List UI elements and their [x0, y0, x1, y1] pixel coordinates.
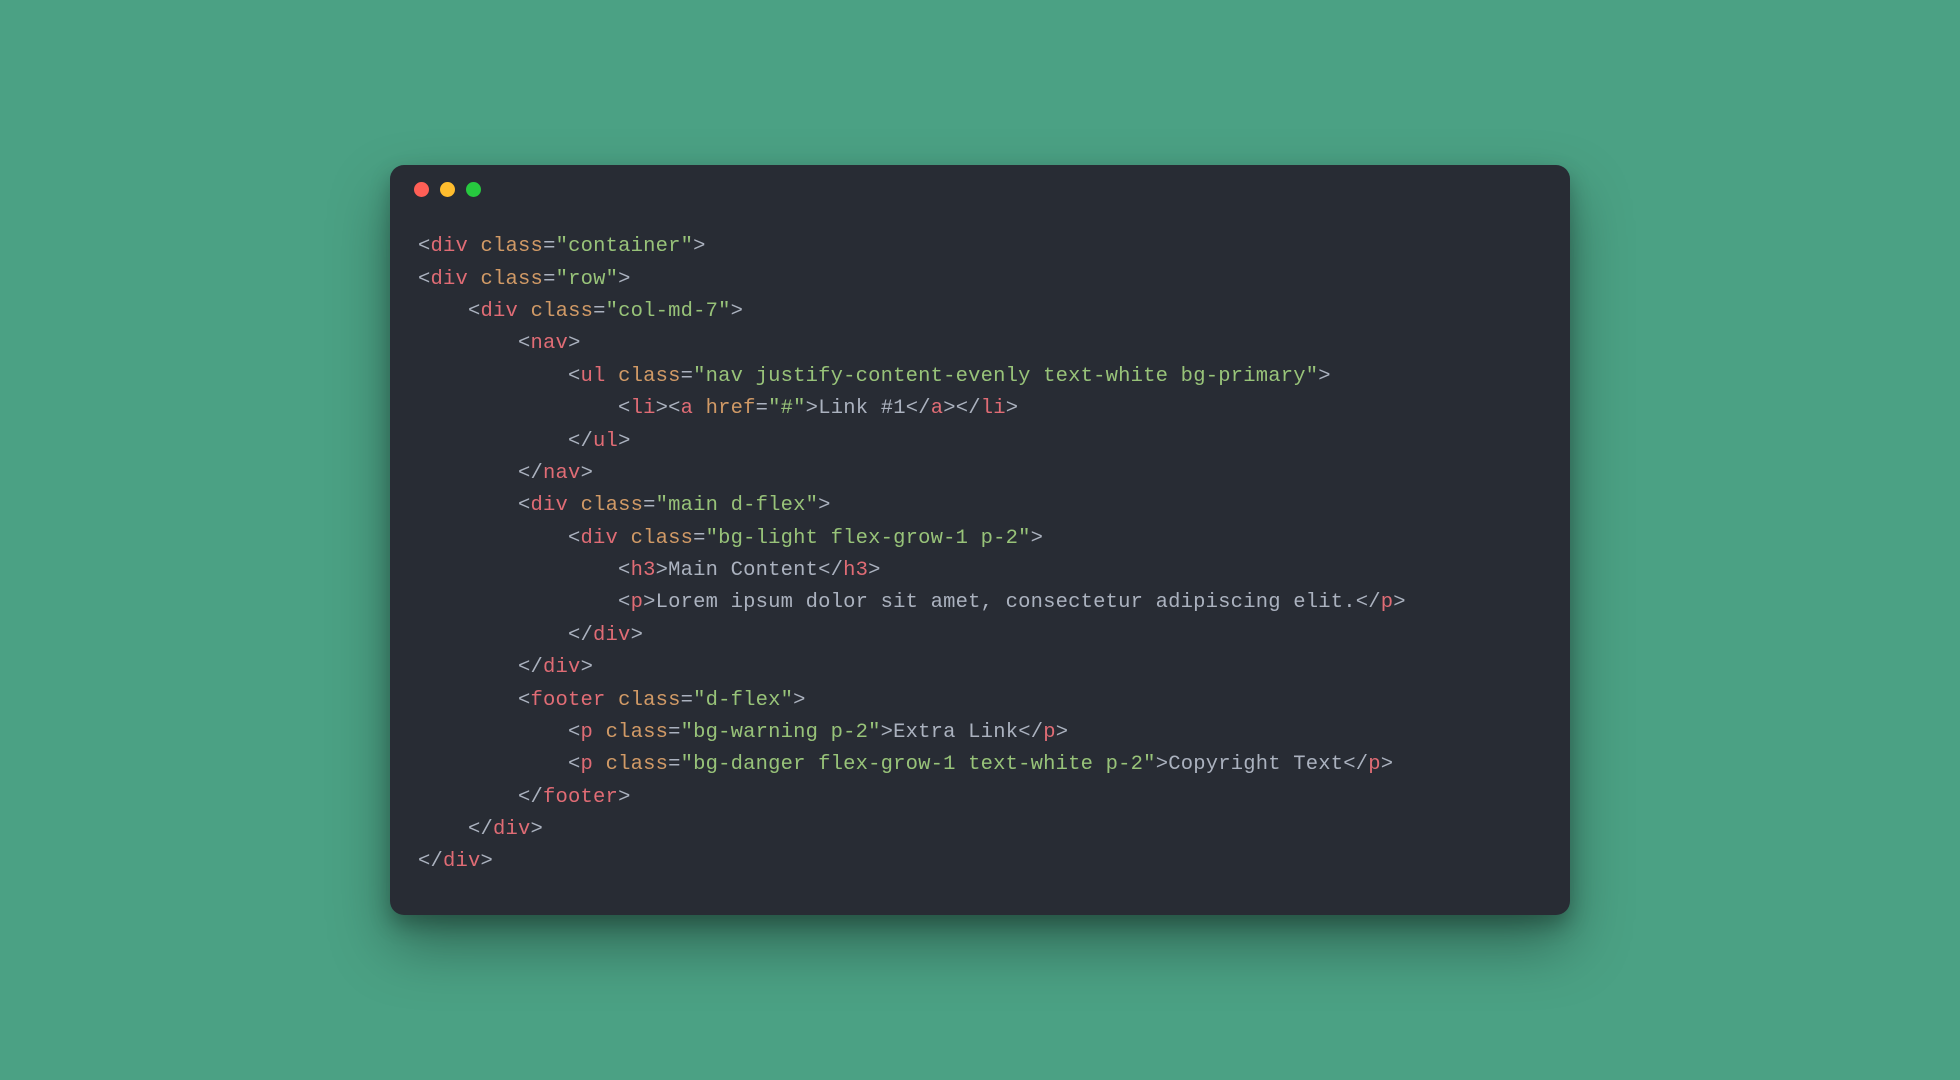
attr-class: class: [618, 365, 681, 388]
text-main-heading: Main Content: [668, 559, 818, 582]
attr-class: class: [618, 689, 681, 712]
attr-class: class: [481, 268, 544, 291]
code-block: <div class="container"> <div class="row"…: [390, 213, 1570, 879]
val-p1-cls: "bg-warning p-2": [681, 721, 881, 744]
tag-div: div: [531, 494, 569, 517]
stage: <div class="container"> <div class="row"…: [0, 0, 1960, 1080]
attr-class: class: [581, 494, 644, 517]
attr-class: class: [631, 527, 694, 550]
tag-h3: h3: [631, 559, 656, 582]
tag-div: div: [443, 850, 481, 873]
tag-li: li: [631, 397, 656, 420]
tag-div: div: [581, 527, 619, 550]
val-col: "col-md-7": [606, 300, 731, 323]
val-main-inner-cls: "bg-light flex-grow-1 p-2": [706, 527, 1031, 550]
window-close-icon[interactable]: [414, 182, 429, 197]
tag-div: div: [543, 656, 581, 679]
text-lorem: Lorem ipsum dolor sit amet, consectetur …: [656, 591, 1356, 614]
attr-href: href: [706, 397, 756, 420]
tag-footer: footer: [543, 786, 618, 809]
text-copyright: Copyright Text: [1168, 753, 1343, 776]
tag-nav: nav: [531, 332, 569, 355]
tag-h3: h3: [843, 559, 868, 582]
tag-p: p: [1381, 591, 1394, 614]
tag-p: p: [581, 721, 594, 744]
window-zoom-icon[interactable]: [466, 182, 481, 197]
tag-nav: nav: [543, 462, 581, 485]
tag-div: div: [481, 300, 519, 323]
attr-class: class: [481, 235, 544, 258]
val-p2-cls: "bg-danger flex-grow-1 text-white p-2": [681, 753, 1156, 776]
tag-p: p: [1368, 753, 1381, 776]
tag-li: li: [981, 397, 1006, 420]
val-ul-cls: "nav justify-content-evenly text-white b…: [693, 365, 1318, 388]
tag-div: div: [493, 818, 531, 841]
text-link1: Link #1: [818, 397, 906, 420]
tag-ul: ul: [581, 365, 606, 388]
val-footer-cls: "d-flex": [693, 689, 793, 712]
tag-p: p: [581, 753, 594, 776]
val-row: "row": [556, 268, 619, 291]
val-main-cls: "main d-flex": [656, 494, 819, 517]
tag-p: p: [631, 591, 644, 614]
tag-div: div: [593, 624, 631, 647]
attr-class: class: [531, 300, 594, 323]
tag-ul: ul: [593, 430, 618, 453]
code-window: <div class="container"> <div class="row"…: [390, 165, 1570, 915]
window-minimize-icon[interactable]: [440, 182, 455, 197]
val-container: "container": [556, 235, 694, 258]
tag-a: a: [931, 397, 944, 420]
tag-footer: footer: [531, 689, 606, 712]
tag-div: div: [431, 268, 469, 291]
text-extra-link: Extra Link: [893, 721, 1018, 744]
val-href: "#": [768, 397, 806, 420]
titlebar: [390, 165, 1570, 213]
tag-p: p: [1043, 721, 1056, 744]
attr-class: class: [606, 753, 669, 776]
attr-class: class: [606, 721, 669, 744]
tag-div: div: [431, 235, 469, 258]
tag-a: a: [681, 397, 694, 420]
